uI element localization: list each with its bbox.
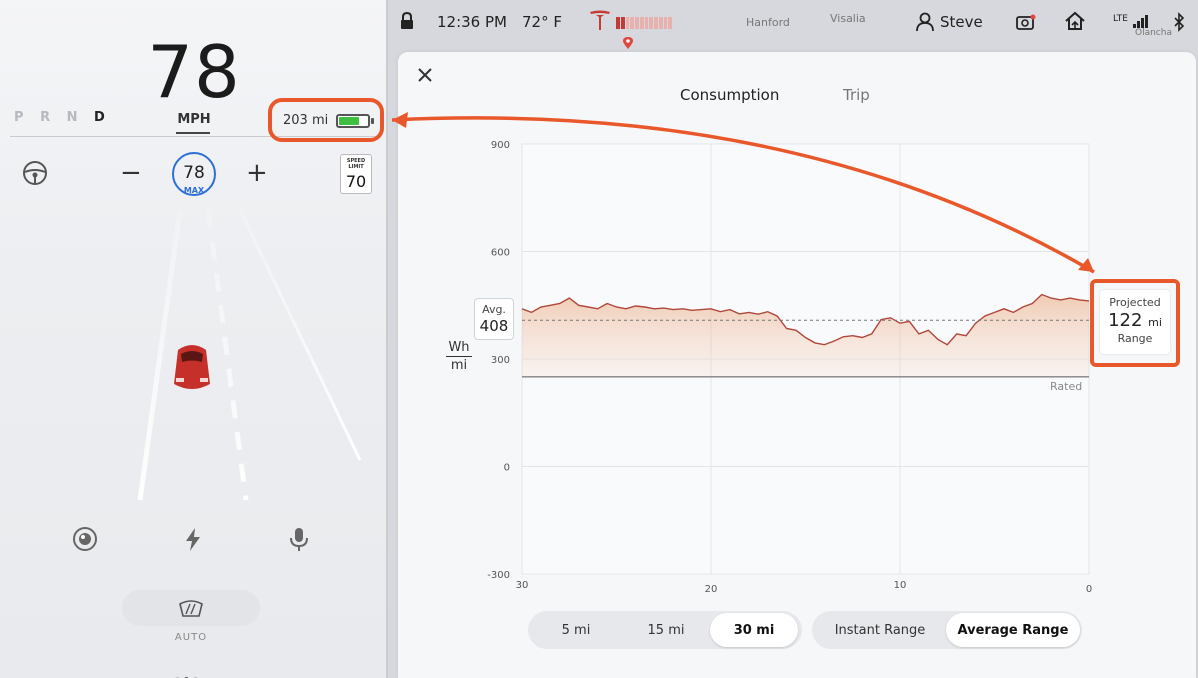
steering-wheel-icon[interactable]	[22, 160, 48, 186]
unit-denominator: mi	[450, 358, 468, 373]
speed-unit-underline	[176, 132, 210, 134]
y-tick-label: 0	[504, 463, 510, 474]
projected-range-card: Projected 122 mi Range	[1100, 290, 1170, 354]
increase-speed-button[interactable]: +	[246, 158, 268, 188]
speed-limit-sign: SPEED LIMIT 70	[340, 154, 372, 194]
x-tick-label: 0	[1086, 584, 1092, 595]
autopilot-icon[interactable]	[72, 526, 98, 552]
wiper-mode-label: AUTO	[174, 632, 208, 643]
decrease-speed-button[interactable]: −	[120, 158, 142, 188]
map-label-olancha: Olancha	[1135, 28, 1172, 38]
y-axis-unit: Wh mi	[446, 340, 472, 373]
map-label-visalia: Visalia	[830, 12, 866, 25]
vehicle-icon	[174, 345, 210, 389]
average-value: 408	[479, 317, 509, 335]
instant-range-button[interactable]: Instant Range	[814, 613, 946, 647]
user-name[interactable]: Steve	[940, 13, 983, 31]
distance-15mi-button[interactable]: 15 mi	[622, 613, 710, 647]
average-range-button[interactable]: Average Range	[946, 613, 1080, 647]
y-tick-label: 600	[491, 248, 510, 259]
charge-indicator	[616, 17, 672, 29]
charge-segment	[635, 17, 639, 29]
tab-trip[interactable]: Trip	[843, 86, 870, 104]
charge-segment	[616, 17, 620, 29]
tab-consumption[interactable]: Consumption	[680, 86, 779, 104]
x-tick-label: 30	[516, 580, 529, 591]
x-tick-label: 10	[894, 580, 907, 591]
set-speed-value: 78	[183, 163, 205, 183]
charge-segment	[620, 17, 625, 29]
dashcam-icon[interactable]	[1016, 14, 1036, 30]
map-pin-icon	[623, 37, 633, 49]
unit-numerator: Wh	[446, 340, 472, 357]
projected-range-label: Range	[1117, 332, 1153, 345]
lightning-icon[interactable]	[180, 526, 206, 552]
clock: 12:36 PM	[437, 13, 507, 31]
user-profile-icon[interactable]	[916, 12, 934, 32]
charge-segment	[654, 17, 658, 29]
charge-segment	[630, 17, 634, 29]
signal-strength-icon	[1133, 15, 1148, 28]
charge-segment	[644, 17, 649, 29]
outside-temperature: 72° F	[522, 13, 562, 31]
average-badge: Avg. 408	[474, 298, 514, 340]
charge-segment	[663, 17, 668, 29]
y-tick-label: 900	[491, 140, 510, 151]
y-tick-label: 300	[491, 355, 510, 366]
homelink-icon[interactable]	[1064, 11, 1086, 31]
speed-limit-value: 70	[345, 172, 367, 191]
tesla-logo-icon[interactable]	[588, 8, 612, 32]
map-label-hanford: Hanford	[746, 16, 790, 29]
driving-panel: 78 P R N D MPH 203 mi − 78 MAX + SPEED L…	[0, 0, 388, 678]
y-tick-label: -300	[487, 570, 510, 581]
wiper-icon	[179, 600, 203, 617]
lane-line-far-right	[238, 209, 362, 461]
set-speed-max-label: MAX	[183, 186, 205, 195]
projected-unit: mi	[1148, 316, 1162, 329]
average-label: Avg.	[482, 303, 506, 316]
distance-30mi-button[interactable]: 30 mi	[710, 613, 798, 647]
close-icon[interactable]	[416, 66, 434, 84]
rated-label: Rated	[1050, 380, 1083, 393]
range-highlight-box	[268, 98, 384, 142]
projected-value-line: 122 mi	[1100, 310, 1170, 331]
charge-segment	[625, 17, 630, 29]
lock-icon[interactable]	[400, 12, 414, 30]
charge-segment	[639, 17, 644, 29]
distance-selector: 5 mi 15 mi 30 mi	[528, 611, 802, 649]
range-mode-selector: Instant Range Average Range	[812, 611, 1082, 649]
charge-segment	[668, 17, 672, 29]
microphone-icon[interactable]	[286, 526, 312, 552]
charge-segment	[649, 17, 653, 29]
page-indicator	[175, 667, 202, 678]
speed-limit-label: SPEED LIMIT	[346, 158, 366, 170]
projected-value: 122	[1108, 310, 1143, 331]
charge-segment	[658, 17, 663, 29]
projected-label: Projected	[1109, 296, 1161, 309]
bluetooth-icon[interactable]	[1172, 12, 1186, 32]
consumption-chart: 900 600 300 0 -300 30 20 10 0	[487, 140, 1092, 595]
network-type: LTE	[1113, 14, 1128, 24]
x-tick-label: 20	[705, 584, 718, 595]
distance-5mi-button[interactable]: 5 mi	[530, 613, 622, 647]
